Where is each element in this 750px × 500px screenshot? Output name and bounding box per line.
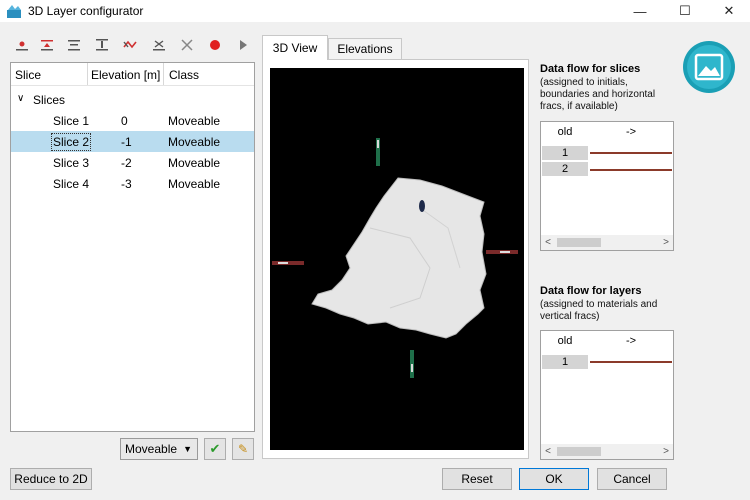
horizontal-scrollbar[interactable]: < >	[541, 444, 673, 459]
terrain-render	[272, 138, 518, 378]
scroll-left-icon[interactable]: <	[541, 444, 555, 459]
horizontal-scrollbar[interactable]: < >	[541, 235, 673, 250]
class-dropdown-value: Moveable	[125, 442, 178, 456]
scroll-right-icon[interactable]: >	[659, 235, 673, 250]
flow-connection-line	[590, 152, 672, 154]
group-label: Slices	[33, 93, 66, 107]
flow-row-label[interactable]: 1	[542, 355, 588, 370]
add-slice-icon[interactable]	[14, 38, 30, 52]
insert-slice-above-icon[interactable]	[39, 38, 55, 52]
slice-table[interactable]: Slice Elevation [m] Class ∨ Slices Slice…	[10, 62, 255, 432]
layers-flow-subtitle-2: vertical fracs)	[540, 311, 600, 322]
class-dropdown[interactable]: Moveable ▼	[120, 438, 198, 460]
tree-group-slices[interactable]: ∨ Slices	[11, 89, 254, 110]
delete-icon[interactable]	[179, 38, 195, 52]
slice-name: Slice 4	[53, 177, 90, 191]
tab-3d-view[interactable]: 3D View	[262, 35, 328, 60]
scrollbar-thumb[interactable]	[557, 447, 601, 456]
column-divider[interactable]	[87, 63, 88, 85]
slice-elevation: -2	[121, 156, 132, 170]
header-divider	[11, 85, 254, 86]
maximize-button[interactable]: ☐	[665, 0, 705, 22]
slice-name: Slice 1	[53, 114, 90, 128]
flow-row-label[interactable]: 2	[542, 162, 588, 177]
app-icon	[7, 5, 21, 18]
slices-flow-table[interactable]: old -> 1 2 < >	[540, 121, 674, 251]
slice-class: Moveable	[168, 156, 221, 170]
column-header-elevation[interactable]: Elevation [m]	[91, 68, 160, 82]
record-icon[interactable]	[207, 38, 223, 52]
slice-class: Moveable	[168, 135, 221, 149]
slices-flow-subtitle-2: boundaries and horizontal	[540, 89, 656, 100]
slice-class: Moveable	[168, 177, 221, 191]
table-row[interactable]: Slice 3 -2 Moveable	[11, 152, 254, 173]
ok-button[interactable]: OK	[519, 468, 589, 490]
dropdown-arrow-icon: ▼	[183, 444, 192, 454]
pencil-icon: ✎	[237, 442, 249, 456]
apply-class-button[interactable]: ✔	[204, 438, 226, 460]
reduce-to-2d-button[interactable]: Reduce to 2D	[10, 468, 92, 490]
column-header-class[interactable]: Class	[169, 68, 199, 82]
column-header-slice[interactable]: Slice	[15, 68, 41, 82]
slice-name: Slice 3	[53, 156, 90, 170]
merge-slices-icon[interactable]	[151, 38, 167, 52]
layers-flow-table[interactable]: old -> 1 < >	[540, 330, 674, 460]
table-row[interactable]: Slice 1 0 Moveable	[11, 110, 254, 131]
slice-elevation: -3	[121, 177, 132, 191]
slices-flow-subtitle-1: (assigned to initials,	[540, 77, 628, 88]
column-header-old: old	[557, 335, 573, 347]
flow-row-label[interactable]: 1	[542, 146, 588, 161]
flow-connection-line	[590, 361, 672, 363]
reset-button[interactable]: Reset	[442, 468, 512, 490]
expand-chevron-icon[interactable]: ∨	[17, 93, 24, 104]
slice-elevation: 0	[121, 114, 128, 128]
flip-slices-icon[interactable]	[122, 38, 138, 52]
window-title: 3D Layer configurator	[28, 4, 144, 18]
column-header-arrow: ->	[625, 126, 637, 138]
landscape-image-icon[interactable]	[682, 40, 736, 94]
scroll-right-icon[interactable]: >	[659, 444, 673, 459]
tab-elevations[interactable]: Elevations	[328, 38, 402, 59]
close-button[interactable]: ✕	[709, 0, 749, 22]
slice-name: Slice 2	[50, 133, 92, 151]
slice-elevation: -1	[121, 135, 132, 149]
layers-flow-subtitle-1: (assigned to materials and	[540, 299, 658, 310]
column-header-old: old	[557, 126, 573, 138]
insert-slice-between-icon[interactable]	[66, 38, 82, 52]
insert-slice-below-icon[interactable]	[94, 38, 110, 52]
layers-flow-title: Data flow for layers	[540, 285, 642, 297]
minimize-button[interactable]: —	[620, 0, 660, 22]
table-row-selected[interactable]: Slice 2 -1 Moveable	[11, 131, 254, 152]
slices-flow-subtitle-3: fracs, if available)	[540, 101, 618, 112]
flow-connection-line	[590, 169, 672, 171]
cancel-button[interactable]: Cancel	[597, 468, 667, 490]
scrollbar-thumb[interactable]	[557, 238, 601, 247]
3d-viewport[interactable]	[270, 68, 524, 450]
play-icon[interactable]	[235, 38, 251, 52]
column-header-arrow: ->	[625, 335, 637, 347]
checkmark-icon: ✔	[209, 441, 221, 456]
table-row[interactable]: Slice 4 -3 Moveable	[11, 173, 254, 194]
column-divider[interactable]	[163, 63, 164, 85]
scroll-left-icon[interactable]: <	[541, 235, 555, 250]
slices-flow-title: Data flow for slices	[540, 63, 641, 75]
edit-button[interactable]: ✎	[232, 438, 254, 460]
slice-class: Moveable	[168, 114, 221, 128]
